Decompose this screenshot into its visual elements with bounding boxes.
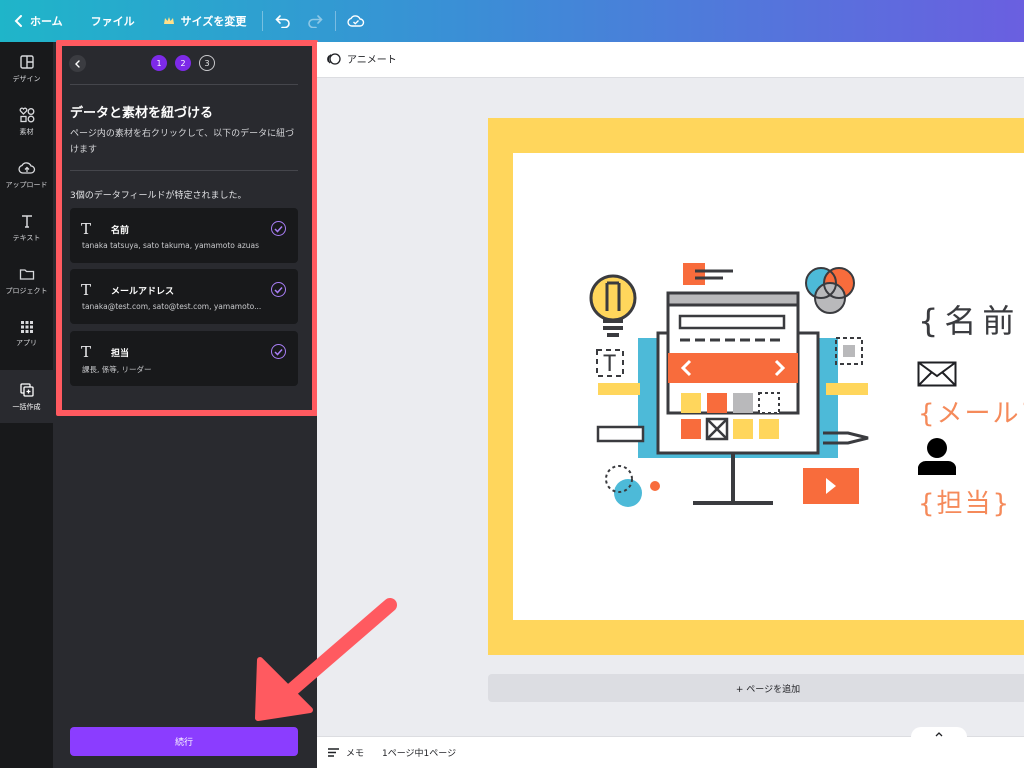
rail-item-bulk-create[interactable]: 一括作成: [0, 370, 53, 423]
data-field-card[interactable]: T メールアドレス tanaka@test.com, sato@test.com…: [70, 269, 298, 324]
notes-button[interactable]: メモ: [327, 746, 364, 759]
rail-item-elements[interactable]: 素材: [0, 95, 53, 148]
panel-title: データと素材を紐づける: [70, 106, 214, 121]
rail-label: 素材: [19, 127, 34, 136]
rail-label: アプリ: [16, 338, 37, 347]
undo-button[interactable]: [267, 0, 299, 42]
panel-divider: [70, 170, 298, 171]
redo-button[interactable]: [299, 0, 331, 42]
rail-item-text[interactable]: テキスト: [0, 201, 53, 254]
left-rail: デザイン 素材 アップロード テキスト プロジェクト アプリ 一括作成: [0, 42, 53, 768]
notes-icon: [328, 748, 339, 757]
data-field-card[interactable]: T 担当 課長, 係等, リーダー: [70, 331, 298, 386]
expand-pages-button[interactable]: [911, 727, 967, 741]
field-values: tanaka@test.com, sato@test.com, yamamoto…: [82, 302, 262, 311]
animate-button[interactable]: アニメート: [327, 51, 397, 66]
back-button[interactable]: [69, 55, 86, 72]
step-3: 3: [199, 55, 215, 71]
panel-divider: [70, 84, 298, 85]
bulk-create-panel: 1 2 3 データと素材を紐づける ページ内の素材を右クリックして、以下のデータ…: [53, 42, 317, 768]
field-name: 担当: [111, 349, 130, 359]
field-count-text: 3個のデータフィールドが特定されました。: [70, 191, 247, 201]
redo-icon: [308, 15, 323, 28]
top-bar: ホーム ファイル サイズを変更: [0, 0, 1024, 42]
chevron-left-icon: [14, 15, 22, 27]
rail-label: テキスト: [12, 233, 41, 242]
check-circle-icon: [271, 282, 286, 297]
file-menu-button[interactable]: ファイル: [75, 0, 147, 42]
toolbar-divider: [262, 11, 264, 31]
crown-icon: [163, 17, 174, 24]
text-type-icon: T: [81, 343, 92, 361]
continue-button[interactable]: 続行: [70, 727, 298, 756]
cloud-check-icon: [347, 15, 365, 27]
folder-icon: [19, 268, 34, 280]
bottom-bar: メモ 1ページ中1ページ: [317, 727, 1024, 768]
text-type-icon: T: [81, 220, 92, 238]
animate-icon: [327, 52, 341, 65]
rail-item-uploads[interactable]: アップロード: [0, 148, 53, 201]
file-label: ファイル: [90, 15, 135, 28]
rail-label: アップロード: [5, 180, 48, 189]
check-circle-icon: [271, 221, 286, 236]
page-count: 1ページ中1ページ: [382, 749, 457, 759]
layout-icon: [19, 54, 34, 69]
design-content: T {名前} {メールア {担当}: [513, 153, 1024, 620]
field-values: tanaka tatsuya, sato takuma, yamamoto az…: [82, 241, 260, 250]
animate-label: アニメート: [347, 55, 397, 66]
shapes-icon: [19, 107, 34, 122]
home-button[interactable]: ホーム: [0, 0, 75, 42]
computer-illustration: T: [589, 263, 869, 507]
rail-label: デザイン: [12, 74, 41, 83]
role-placeholder[interactable]: {担当}: [918, 483, 1011, 520]
rail-item-apps[interactable]: アプリ: [0, 307, 53, 360]
svg-text:T: T: [603, 352, 616, 377]
canvas-area: T {名前} {メールア {担当} + ページを追加: [317, 78, 1024, 724]
add-page-button[interactable]: + ページを追加: [488, 674, 1024, 702]
step-indicator: 1 2 3: [151, 55, 215, 71]
panel-description: ページ内の素材を右クリックして、以下のデータに紐づけます: [70, 129, 295, 155]
email-placeholder[interactable]: {メールア: [918, 393, 1024, 430]
bulk-create-icon: [19, 382, 34, 397]
rail-label: プロジェクト: [5, 286, 48, 295]
save-status-button[interactable]: [340, 0, 372, 42]
step-2: 2: [175, 55, 191, 71]
context-toolbar: アニメート: [317, 42, 1024, 78]
rail-item-projects[interactable]: プロジェクト: [0, 254, 53, 307]
notes-label: メモ: [346, 749, 365, 759]
name-placeholder[interactable]: {名前}: [918, 296, 1024, 342]
resize-label: サイズを変更: [180, 15, 247, 28]
field-name: 名前: [111, 226, 130, 236]
toolbar-divider: [335, 11, 337, 31]
step-1: 1: [151, 55, 167, 71]
chevron-left-icon: [74, 59, 80, 68]
design-page[interactable]: T {名前} {メールア {担当}: [488, 118, 1024, 655]
upload-cloud-icon: [17, 161, 35, 174]
resize-button[interactable]: サイズを変更: [147, 0, 259, 42]
chevron-up-icon: [935, 732, 943, 737]
field-name: メールアドレス: [111, 287, 175, 297]
apps-grid-icon: [20, 320, 33, 333]
home-label: ホーム: [30, 15, 63, 28]
field-values: 課長, 係等, リーダー: [82, 365, 152, 374]
envelope-icon: [917, 361, 957, 387]
text-icon: [21, 214, 32, 228]
rail-label: 一括作成: [12, 402, 41, 411]
undo-icon: [275, 15, 291, 28]
text-type-icon: T: [81, 281, 92, 299]
rail-item-design[interactable]: デザイン: [0, 42, 53, 95]
data-field-card[interactable]: T 名前 tanaka tatsuya, sato takuma, yamamo…: [70, 208, 298, 263]
check-circle-icon: [271, 344, 286, 359]
person-icon: [918, 438, 956, 475]
